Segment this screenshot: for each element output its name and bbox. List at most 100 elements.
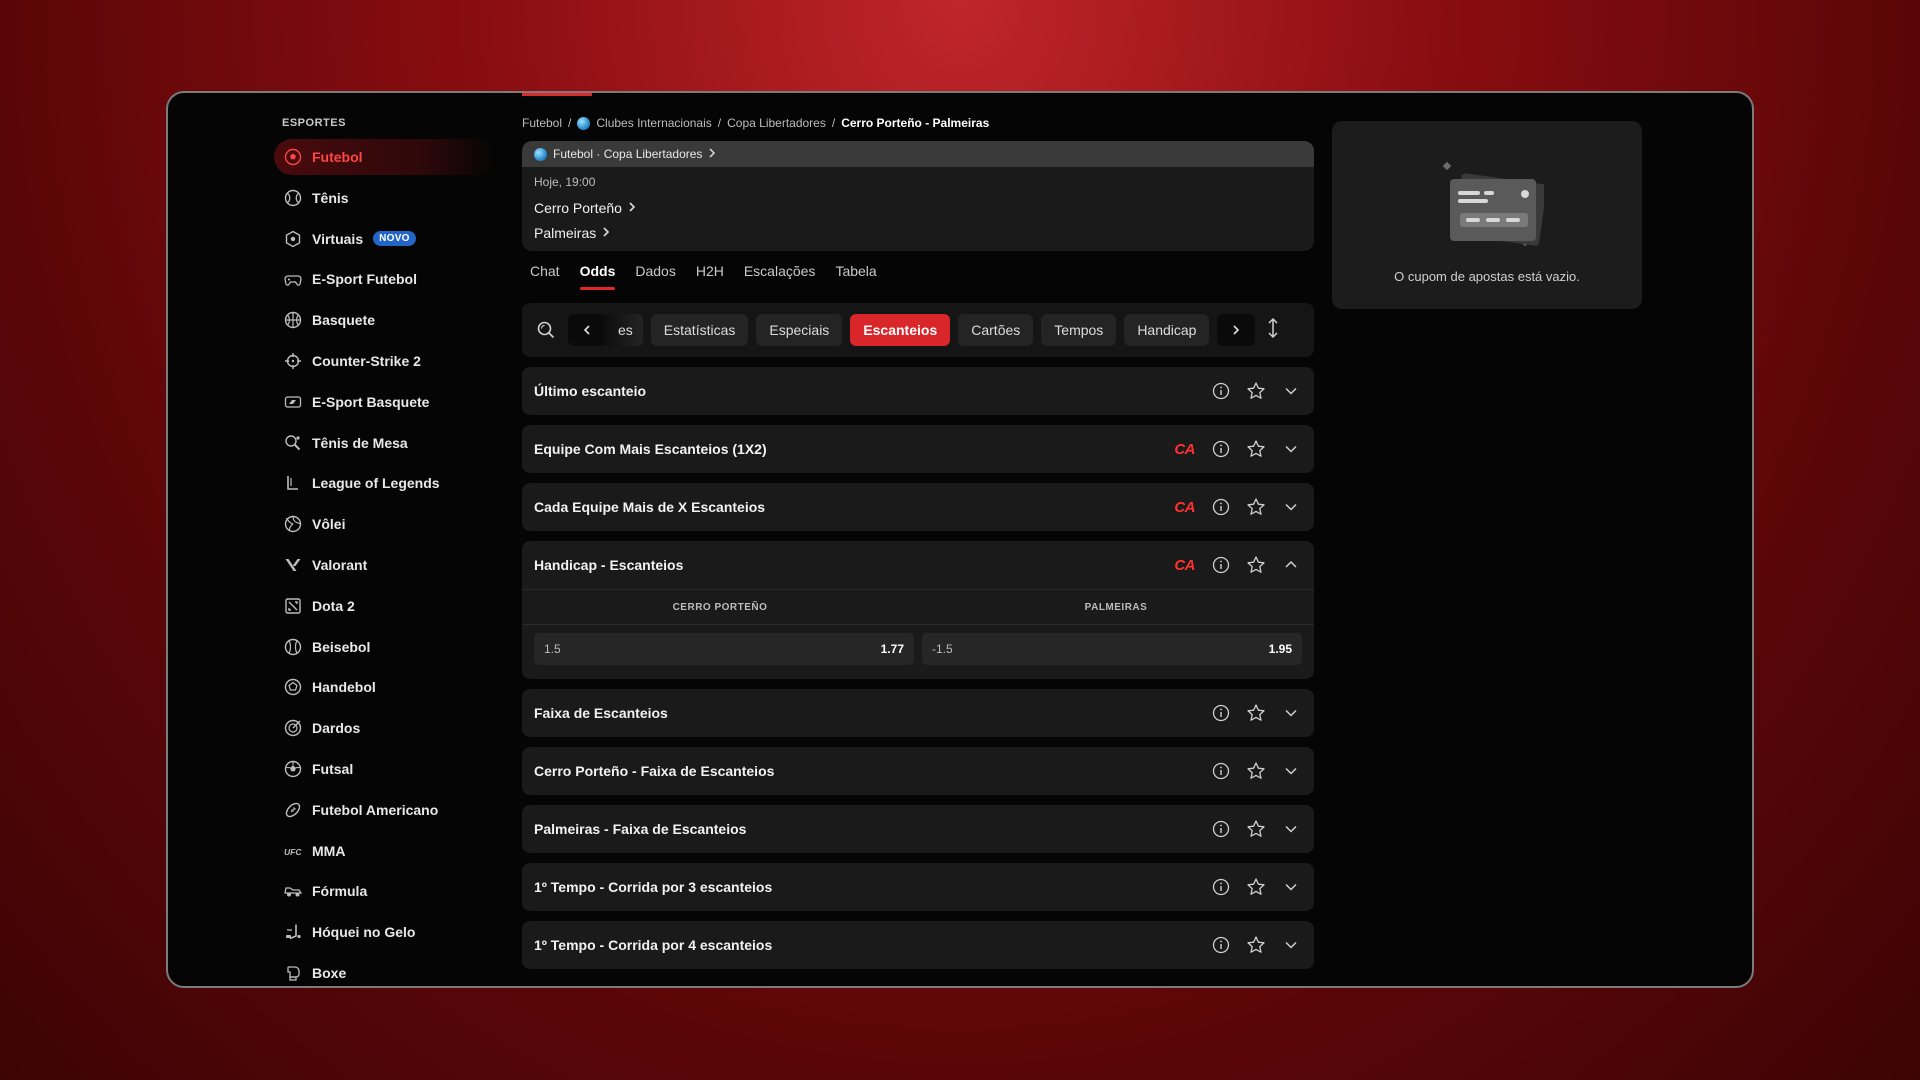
sidebar-item-handebol[interactable]: Handebol bbox=[274, 669, 494, 705]
futsal-ball-icon bbox=[284, 760, 302, 778]
filter-estatisticas[interactable]: Estatísticas bbox=[650, 314, 749, 346]
chevron-down-icon[interactable] bbox=[1280, 380, 1302, 402]
sidebar-item-e-sport-basquete[interactable]: E-Sport Basquete bbox=[274, 384, 494, 420]
filter-cartoes[interactable]: Cartões bbox=[958, 314, 1034, 346]
star-icon[interactable] bbox=[1245, 554, 1267, 576]
hockey-icon bbox=[284, 923, 302, 941]
sidebar-item-virtuais[interactable]: Virtuais NOVO bbox=[274, 221, 494, 257]
sidebar-item-hoquei-no-gelo[interactable]: Hóquei no Gelo bbox=[274, 914, 494, 950]
scroll-right-button[interactable] bbox=[1217, 314, 1256, 346]
info-icon[interactable] bbox=[1210, 876, 1232, 898]
chevron-down-icon[interactable] bbox=[1280, 876, 1302, 898]
tab-dados[interactable]: Dados bbox=[635, 263, 675, 293]
sidebar-item-tenis[interactable]: Tênis bbox=[274, 180, 494, 216]
info-icon[interactable] bbox=[1210, 554, 1232, 576]
star-icon[interactable] bbox=[1245, 438, 1267, 460]
chevron-down-icon[interactable] bbox=[1280, 760, 1302, 782]
competition-label: Futebol · Copa Libertadores bbox=[553, 147, 703, 161]
chevron-down-icon[interactable] bbox=[1280, 818, 1302, 840]
chevron-down-icon[interactable] bbox=[1280, 934, 1302, 956]
team-home[interactable]: Cerro Porteño bbox=[534, 195, 1302, 220]
sidebar-item-beisebol[interactable]: Beisebol bbox=[274, 629, 494, 665]
odd-button-away[interactable]: -1.5 1.95 bbox=[922, 633, 1302, 665]
handball-icon bbox=[284, 678, 302, 696]
market-title: Cada Equipe Mais de X Escanteios bbox=[534, 499, 766, 515]
odds-headers: CERRO PORTEÑO PALMEIRAS bbox=[522, 590, 1314, 624]
market-row[interactable]: Cerro Porteño - Faixa de Escanteios bbox=[522, 747, 1314, 795]
market-title: Equipe Com Mais Escanteios (1X2) bbox=[534, 441, 767, 457]
sidebar-item-label: Basquete bbox=[312, 312, 376, 329]
info-icon[interactable] bbox=[1210, 818, 1232, 840]
filter-escanteios[interactable]: Escanteios bbox=[850, 314, 951, 346]
sidebar-item-dota-2[interactable]: Dota 2 bbox=[274, 588, 494, 624]
market-row[interactable]: 1º Tempo - Corrida por 3 escanteios bbox=[522, 863, 1314, 911]
sidebar-item-volei[interactable]: Vôlei bbox=[274, 506, 494, 542]
team-away[interactable]: Palmeiras bbox=[534, 220, 1302, 245]
sidebar-item-label: Beisebol bbox=[312, 638, 371, 655]
chevron-down-icon[interactable] bbox=[1280, 438, 1302, 460]
odd-button-home[interactable]: 1.5 1.77 bbox=[534, 633, 914, 665]
sidebar-item-futebol[interactable]: Futebol bbox=[274, 139, 494, 175]
filter-pill-partial[interactable]: es bbox=[602, 314, 643, 346]
sidebar-item-tenis-de-mesa[interactable]: Tênis de Mesa bbox=[274, 425, 494, 461]
sidebar-item-basquete[interactable]: Basquete bbox=[274, 302, 494, 338]
market-row[interactable]: Palmeiras - Faixa de Escanteios bbox=[522, 805, 1314, 853]
sidebar-item-boxe[interactable]: Boxe bbox=[274, 955, 494, 986]
sort-arrows-icon[interactable] bbox=[1267, 317, 1279, 344]
star-icon[interactable] bbox=[1245, 818, 1267, 840]
ca-badge: CA bbox=[1174, 498, 1195, 516]
sidebar-item-e-sport-futebol[interactable]: E-Sport Futebol bbox=[274, 261, 494, 297]
info-icon[interactable] bbox=[1210, 438, 1232, 460]
tab-h2h[interactable]: H2H bbox=[696, 263, 724, 293]
filter-especiais[interactable]: Especiais bbox=[756, 314, 843, 346]
match-competition[interactable]: Futebol · Copa Libertadores bbox=[522, 141, 1314, 167]
sidebar-item-league-of-legends[interactable]: League of Legends bbox=[274, 465, 494, 501]
sidebar-item-mma[interactable]: UFC MMA bbox=[274, 833, 494, 869]
info-icon[interactable] bbox=[1210, 934, 1232, 956]
sidebar-item-label: E-Sport Basquete bbox=[312, 393, 430, 410]
market-row[interactable]: 1º Tempo - Corrida por 4 escanteios bbox=[522, 921, 1314, 969]
sidebar-item-futebol-americano[interactable]: Futebol Americano bbox=[274, 792, 494, 828]
sports-sidebar: ESPORTES Futebol Tênis Virtuais NOVO E-Sport… bbox=[274, 117, 494, 986]
odd-price: 1.95 bbox=[1268, 642, 1292, 656]
breadcrumb-item-copa[interactable]: Copa Libertadores bbox=[727, 116, 826, 130]
chevron-right-icon bbox=[628, 200, 636, 216]
market-row[interactable]: Faixa de Escanteios bbox=[522, 689, 1314, 737]
star-icon[interactable] bbox=[1245, 876, 1267, 898]
star-icon[interactable] bbox=[1245, 760, 1267, 782]
filter-tempos[interactable]: Tempos bbox=[1041, 314, 1117, 346]
scroll-left-button[interactable] bbox=[568, 314, 606, 346]
chevron-up-icon[interactable] bbox=[1280, 554, 1302, 576]
market-row[interactable]: Cada Equipe Mais de X Escanteios CA bbox=[522, 483, 1314, 531]
sidebar-item-futsal[interactable]: Futsal bbox=[274, 751, 494, 787]
star-icon[interactable] bbox=[1245, 702, 1267, 724]
star-icon[interactable] bbox=[1245, 496, 1267, 518]
breadcrumb-item-futebol[interactable]: Futebol bbox=[522, 116, 562, 130]
info-icon[interactable] bbox=[1210, 380, 1232, 402]
tab-tabela[interactable]: Tabela bbox=[835, 263, 876, 293]
tab-odds[interactable]: Odds bbox=[579, 263, 615, 293]
chevron-down-icon[interactable] bbox=[1280, 496, 1302, 518]
sidebar-item-formula[interactable]: Fórmula bbox=[274, 873, 494, 909]
info-icon[interactable] bbox=[1210, 496, 1232, 518]
tab-escalacoes[interactable]: Escalações bbox=[744, 263, 816, 293]
info-icon[interactable] bbox=[1210, 702, 1232, 724]
info-icon[interactable] bbox=[1210, 760, 1232, 782]
star-icon[interactable] bbox=[1245, 934, 1267, 956]
market-header[interactable]: Handicap - Escanteios CA bbox=[522, 541, 1314, 589]
sidebar-item-valorant[interactable]: Valorant bbox=[274, 547, 494, 583]
search-icon[interactable] bbox=[532, 316, 560, 344]
star-icon[interactable] bbox=[1245, 380, 1267, 402]
betslip-empty-text: O cupom de apostas está vazio. bbox=[1394, 269, 1580, 284]
sidebar-item-counter-strike-2[interactable]: Counter-Strike 2 bbox=[274, 343, 494, 379]
chevron-down-icon[interactable] bbox=[1280, 702, 1302, 724]
breadcrumb-item-clubes[interactable]: Clubes Internacionais bbox=[596, 116, 711, 130]
market-title: Último escanteio bbox=[534, 383, 647, 399]
tab-chat[interactable]: Chat bbox=[530, 263, 560, 293]
market-row[interactable]: Equipe Com Mais Escanteios (1X2) CA bbox=[522, 425, 1314, 473]
sidebar-item-label: Valorant bbox=[312, 556, 368, 573]
sidebar-item-dardos[interactable]: Dardos bbox=[274, 710, 494, 746]
sidebar-item-label: Dardos bbox=[312, 720, 361, 737]
filter-handicap[interactable]: Handicap bbox=[1124, 314, 1210, 346]
market-row[interactable]: Último escanteio bbox=[522, 367, 1314, 415]
